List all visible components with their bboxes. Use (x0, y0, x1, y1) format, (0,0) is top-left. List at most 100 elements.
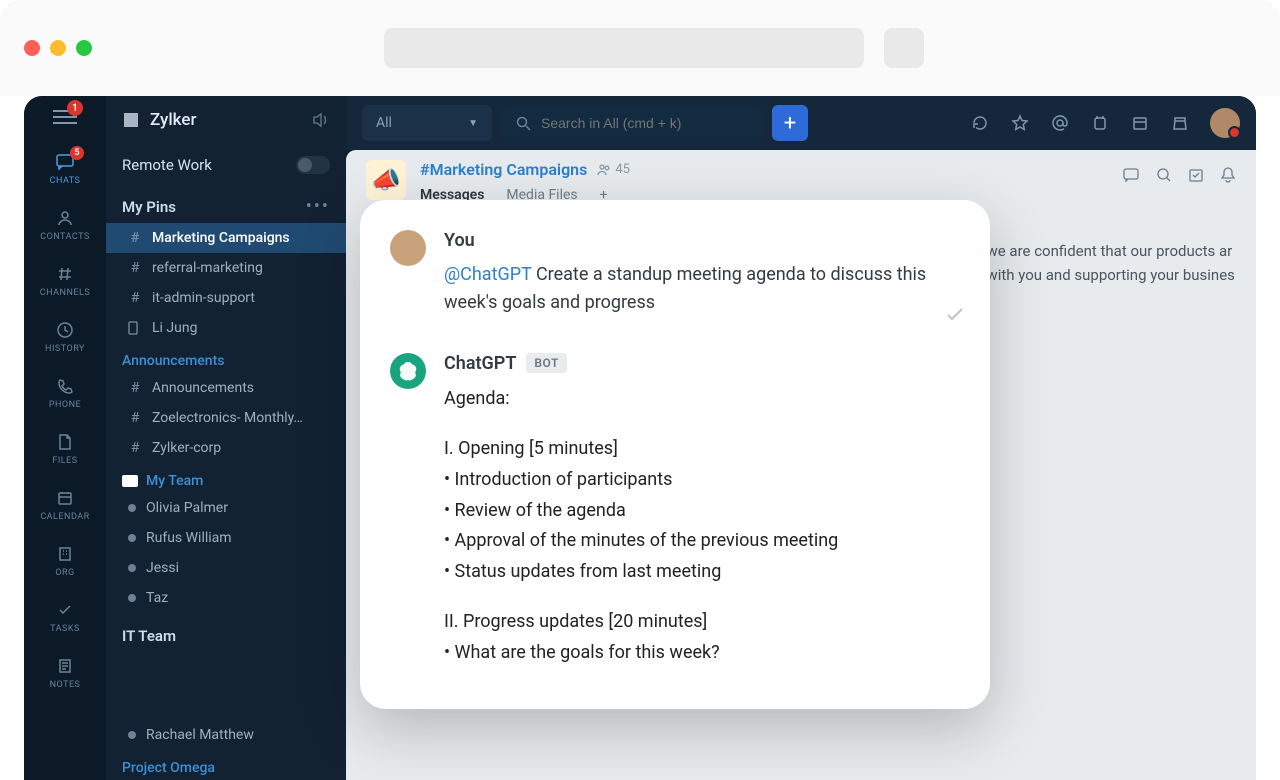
mention-chatgpt[interactable]: @ChatGPT (444, 264, 531, 285)
sidebar: Zylker Remote Work My Pins ••• #Marketin… (106, 96, 346, 780)
url-action-button[interactable] (884, 28, 924, 68)
new-chat-button[interactable]: + (772, 105, 808, 141)
sidebar-item-label: Jessi (146, 560, 179, 576)
rail-files[interactable]: FILES (24, 424, 106, 474)
sidebar-item-label: Rachael Matthew (146, 727, 254, 743)
workspace-row: Remote Work (106, 144, 346, 186)
refresh-icon[interactable] (970, 113, 990, 133)
close-window-icon[interactable] (24, 40, 40, 56)
hash-icon: # (128, 290, 142, 306)
you-text: @ChatGPT Create a standup meeting agenda… (444, 261, 950, 317)
sidebar-item-rufus[interactable]: Rufus William (106, 523, 346, 553)
channel-name[interactable]: #Marketing Campaigns (420, 160, 587, 179)
at-icon[interactable] (1050, 113, 1070, 133)
tasks-icon (55, 600, 75, 620)
pins-header: My Pins ••• (106, 186, 346, 223)
agenda-s2-title: II. Progress updates [20 minutes] (444, 607, 950, 638)
reminder-icon[interactable] (1090, 113, 1110, 133)
chevron-down-icon: ▼ (468, 118, 478, 129)
hash-icon: # (128, 380, 142, 396)
agenda-heading: Agenda: (444, 384, 950, 415)
url-bar[interactable] (384, 28, 864, 68)
rail-calendar-label: CALENDAR (40, 512, 89, 522)
chat-action-icon[interactable] (1122, 167, 1140, 183)
rail-history[interactable]: HISTORY (24, 312, 106, 362)
menu-icon[interactable]: 1 (53, 108, 77, 126)
sidebar-item-label: Announcements (152, 380, 254, 396)
presence-icon (128, 534, 136, 542)
rail-channels[interactable]: CHANNELS (24, 256, 106, 306)
hash-icon: # (128, 440, 142, 456)
sidebar-item-olivia[interactable]: Olivia Palmer (106, 493, 346, 523)
rail-chats[interactable]: 5 CHATS (24, 144, 106, 194)
agenda-bullet: • Approval of the minutes of the previou… (444, 526, 950, 557)
sidebar-item-label: Taz (146, 590, 168, 606)
sidebar-item-label: Zoelectronics- Monthly… (152, 410, 303, 426)
rail-tasks-label: TASKS (50, 624, 80, 634)
maximize-window-icon[interactable] (76, 40, 92, 56)
sidebar-item-label: Zylker-corp (152, 440, 221, 456)
presence-icon (128, 564, 136, 572)
sidebar-item-marketing-campaigns[interactable]: #Marketing Campaigns (106, 223, 346, 253)
rail-org[interactable]: ORG (24, 536, 106, 586)
team-icon (122, 475, 138, 487)
agenda-s1-title: I. Opening [5 minutes] (444, 434, 950, 465)
rail-contacts-label: CONTACTS (40, 232, 90, 242)
brand-logo-icon (122, 111, 140, 129)
search-box[interactable] (502, 105, 762, 141)
rail-tasks[interactable]: TASKS (24, 592, 106, 642)
chatgpt-avatar (390, 353, 426, 389)
channels-icon (55, 264, 75, 284)
rail-phone[interactable]: PHONE (24, 368, 106, 418)
sidebar-item-label: Olivia Palmer (146, 500, 228, 516)
rail-contacts[interactable]: CONTACTS (24, 200, 106, 250)
sidebar-item-announcements[interactable]: # Announcements (106, 373, 346, 403)
sidebar-item-taz[interactable]: Taz (106, 583, 346, 613)
sidebar-item-zoelectronics[interactable]: #Zoelectronics- Monthly… (106, 403, 346, 433)
notes-icon (55, 656, 75, 676)
minimize-window-icon[interactable] (50, 40, 66, 56)
sidebar-item-rachael[interactable]: Rachael Matthew (106, 720, 346, 750)
workspace-toggle[interactable] (296, 156, 330, 174)
search-action-icon[interactable] (1156, 167, 1172, 183)
volume-icon[interactable] (312, 112, 330, 128)
you-avatar (390, 230, 426, 266)
announcements-title: Announcements (106, 343, 346, 373)
sidebar-item-it-admin-support[interactable]: #it-admin-support (106, 283, 346, 313)
channel-avatar-icon: 📣 (366, 160, 406, 200)
rail-notes[interactable]: NOTES (24, 648, 106, 698)
star-icon[interactable] (1010, 113, 1030, 133)
filter-label: All (376, 115, 392, 131)
history-icon (55, 320, 75, 340)
openai-icon (397, 360, 419, 382)
message-you: You @ChatGPT Create a standup meeting ag… (390, 230, 950, 317)
sidebar-item-zylker-corp[interactable]: # Zylker-corp (106, 433, 346, 463)
calendar-top-icon[interactable] (1130, 113, 1150, 133)
pins-title: My Pins (122, 198, 306, 216)
chatgpt-author-row: ChatGPT BOT (444, 353, 950, 374)
rail-chats-label: CHATS (50, 176, 81, 186)
rail-org-label: ORG (55, 568, 74, 578)
rail-notes-label: NOTES (50, 680, 81, 690)
rail-calendar[interactable]: CALENDAR (24, 480, 106, 530)
brand-row: Zylker (106, 96, 346, 144)
rail-history-label: HISTORY (45, 344, 85, 354)
user-avatar[interactable] (1210, 108, 1240, 138)
agenda-section-1: I. Opening [5 minutes] • Introduction of… (444, 434, 950, 587)
search-input[interactable] (541, 115, 748, 131)
channel-members[interactable]: 45 (597, 162, 630, 177)
sidebar-item-referral-marketing[interactable]: #referral-marketing (106, 253, 346, 283)
chatgpt-response: Agenda: I. Opening [5 minutes] • Introdu… (444, 384, 950, 669)
bell-action-icon[interactable] (1220, 166, 1236, 184)
chat-overlay-card: You @ChatGPT Create a standup meeting ag… (360, 200, 990, 709)
sidebar-item-jessi[interactable]: Jessi (106, 553, 346, 583)
agenda-bullet: • Review of the agenda (444, 496, 950, 527)
hash-icon: # (128, 230, 142, 246)
pins-more-icon[interactable]: ••• (306, 196, 330, 217)
apps-icon[interactable] (1170, 113, 1190, 133)
sidebar-item-li-jung[interactable]: Li Jung (106, 313, 346, 343)
filter-dropdown[interactable]: All ▼ (362, 105, 492, 141)
presence-icon (128, 731, 136, 739)
calendar-action-icon[interactable] (1188, 167, 1204, 183)
chatgpt-author: ChatGPT (444, 353, 516, 374)
